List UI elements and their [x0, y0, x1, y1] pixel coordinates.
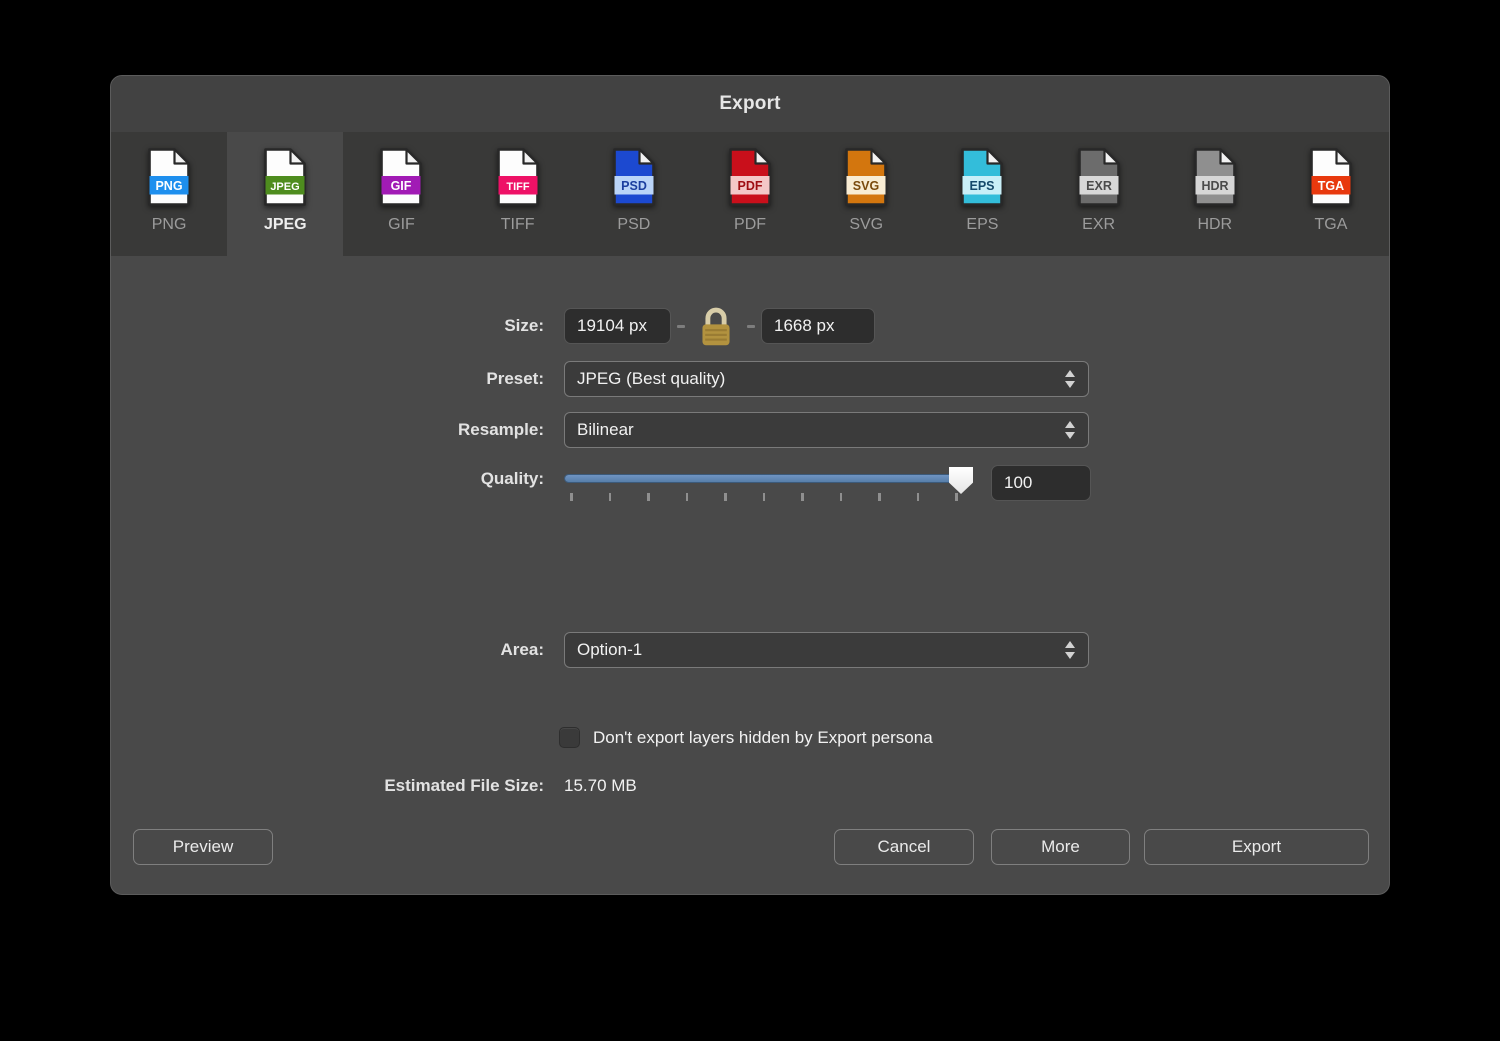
area-value: Option-1 [577, 640, 642, 659]
svg-file-icon: SVG [843, 147, 889, 207]
quality-label: Quality: [111, 461, 544, 497]
tab-exr[interactable]: EXR EXR [1041, 132, 1157, 256]
cancel-button[interactable]: Cancel [834, 829, 974, 865]
svg-text:PNG: PNG [156, 179, 183, 193]
lock-icon[interactable] [693, 302, 739, 348]
quality-slider[interactable] [564, 474, 964, 483]
format-tabstrip: PNGPNGJPEGJPEGGIFGIFTIFFTIFFPSDPSDPDFPDF… [111, 132, 1389, 256]
width-field[interactable]: 19104 px [564, 308, 671, 344]
lock-dash-left [677, 325, 685, 328]
tab-hdr[interactable]: HDR HDR [1157, 132, 1273, 256]
hdr-file-icon: HDR [1192, 147, 1238, 207]
tab-png[interactable]: PNG PNG [111, 132, 227, 256]
title-bar: Export [111, 76, 1389, 132]
hidden-layers-checkbox[interactable] [559, 727, 580, 748]
stepper-arrows-icon [1065, 413, 1075, 447]
tab-label: TIFF [501, 216, 535, 234]
tab-pdf[interactable]: PDF PDF [692, 132, 808, 256]
dialog-body: Size: 19104 px 1668 px Preset: JPEG (Bes… [111, 256, 1389, 895]
psd-file-icon: PSD [611, 147, 657, 207]
tab-psd[interactable]: PSD PSD [576, 132, 692, 256]
tab-label: PNG [152, 216, 187, 234]
gif-file-icon: GIF [378, 147, 424, 207]
tga-file-icon: TGA [1308, 147, 1354, 207]
svg-text:EPS: EPS [970, 179, 995, 193]
tab-label: SVG [849, 216, 883, 234]
resample-label: Resample: [111, 412, 544, 448]
size-label: Size: [111, 308, 544, 344]
tab-jpeg[interactable]: JPEG JPEG [227, 132, 343, 256]
dialog-title: Export [719, 93, 780, 115]
export-dialog: Export PNGPNGJPEGJPEGGIFGIFTIFFTIFFPSDPS… [110, 75, 1390, 895]
estimated-size-value: 15.70 MB [564, 775, 637, 797]
exr-file-icon: EXR [1076, 147, 1122, 207]
tab-label: JPEG [264, 216, 307, 234]
more-button[interactable]: More [991, 829, 1130, 865]
tab-tiff[interactable]: TIFF TIFF [460, 132, 576, 256]
stepper-arrows-icon [1065, 633, 1075, 667]
tab-label: GIF [388, 216, 415, 234]
tiff-file-icon: TIFF [495, 147, 541, 207]
preset-dropdown[interactable]: JPEG (Best quality) [564, 361, 1089, 397]
svg-text:TIFF: TIFF [506, 181, 529, 193]
svg-text:EXR: EXR [1086, 179, 1112, 193]
resample-dropdown[interactable]: Bilinear [564, 412, 1089, 448]
tab-svg[interactable]: SVG SVG [808, 132, 924, 256]
svg-text:HDR: HDR [1201, 179, 1228, 193]
quality-slider-fill [565, 475, 963, 482]
quality-slider-ticks [570, 493, 958, 501]
tab-eps[interactable]: EPS EPS [924, 132, 1040, 256]
tab-tga[interactable]: TGA TGA [1273, 132, 1389, 256]
export-button[interactable]: Export [1144, 829, 1369, 865]
height-field[interactable]: 1668 px [761, 308, 875, 344]
svg-text:SVG: SVG [853, 179, 879, 193]
pdf-file-icon: PDF [727, 147, 773, 207]
svg-text:TGA: TGA [1318, 179, 1344, 193]
tab-label: PSD [617, 216, 650, 234]
jpeg-file-icon: JPEG [262, 147, 308, 207]
svg-text:GIF: GIF [391, 179, 412, 193]
tab-label: HDR [1197, 216, 1232, 234]
svg-text:PDF: PDF [738, 179, 763, 193]
eps-file-icon: EPS [959, 147, 1005, 207]
preview-button[interactable]: Preview [133, 829, 273, 865]
quality-slider-thumb[interactable] [949, 467, 973, 494]
svg-text:PSD: PSD [621, 179, 647, 193]
area-dropdown[interactable]: Option-1 [564, 632, 1089, 668]
tab-label: EPS [966, 216, 998, 234]
estimated-size-label: Estimated File Size: [111, 775, 544, 797]
lock-dash-right [747, 325, 755, 328]
tab-gif[interactable]: GIF GIF [343, 132, 459, 256]
stepper-arrows-icon [1065, 362, 1075, 396]
tab-label: PDF [734, 216, 766, 234]
hidden-layers-checkbox-label: Don't export layers hidden by Export per… [593, 727, 933, 748]
preset-value: JPEG (Best quality) [577, 369, 725, 388]
tab-label: EXR [1082, 216, 1115, 234]
quality-value-field[interactable]: 100 [991, 465, 1091, 501]
preset-label: Preset: [111, 361, 544, 397]
tab-label: TGA [1315, 216, 1348, 234]
png-file-icon: PNG [146, 147, 192, 207]
svg-text:JPEG: JPEG [271, 181, 300, 193]
resample-value: Bilinear [577, 420, 634, 439]
area-label: Area: [111, 632, 544, 668]
